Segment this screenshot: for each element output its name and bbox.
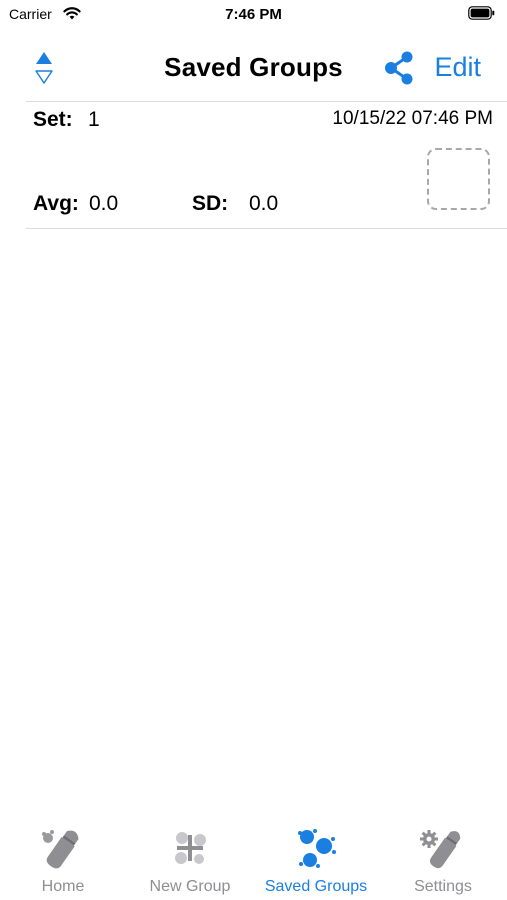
set-value: 1 (88, 108, 100, 131)
tab-settings[interactable]: Settings (380, 818, 506, 900)
saved-group-row[interactable]: Set: 1 10/15/22 07:46 PM Avg: 0.0 SD: 0.… (0, 103, 507, 228)
saved-groups-icon (298, 829, 336, 868)
settings-icon (420, 830, 461, 869)
clock: 7:46 PM (225, 6, 282, 23)
sort-icon[interactable] (33, 50, 55, 86)
sd-value: 0.0 (249, 192, 279, 215)
status-bar: Carrier 7:46 PM (0, 0, 507, 30)
header-divider (26, 101, 507, 102)
avg-label: Avg: (33, 192, 79, 215)
set-label: Set: (33, 108, 73, 131)
avg-value: 0.0 (89, 192, 119, 215)
navigation-bar: Saved Groups Edit (0, 40, 507, 96)
tab-saved-groups[interactable]: Saved Groups (253, 818, 379, 900)
edit-button[interactable]: Edit (434, 52, 481, 83)
new-group-icon (175, 832, 206, 864)
sd-label: SD: (192, 192, 229, 215)
tab-label: Settings (414, 878, 472, 895)
tab-bar: Home New Group Saved Groups Settings (0, 818, 507, 900)
group-date: 10/15/22 07:46 PM (332, 108, 493, 129)
tab-new-group[interactable]: New Group (127, 818, 253, 900)
tab-label: Home (41, 878, 85, 895)
tab-label: Saved Groups (264, 878, 368, 895)
row-divider (26, 228, 507, 229)
page-title: Saved Groups (164, 52, 343, 82)
tab-home[interactable]: Home (0, 818, 126, 900)
battery-icon (468, 6, 495, 20)
tab-label: New Group (149, 878, 231, 895)
group-thumbnail (427, 148, 490, 210)
share-icon[interactable] (383, 51, 415, 85)
bullet-icon (42, 830, 79, 869)
